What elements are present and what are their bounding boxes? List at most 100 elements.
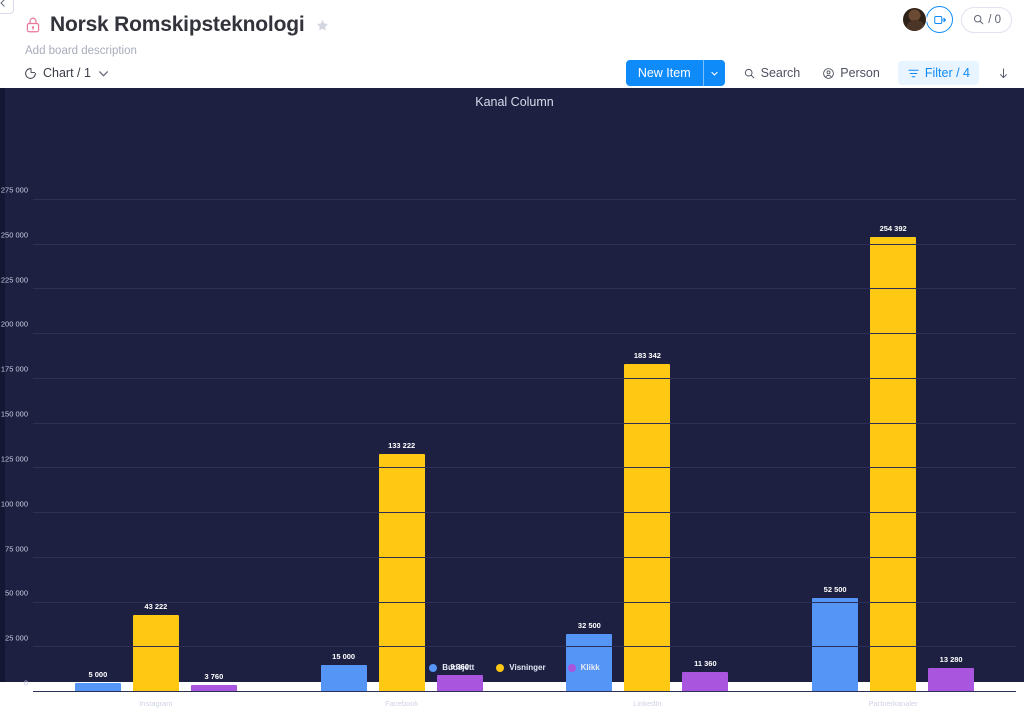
legend-color-swatch	[429, 663, 438, 672]
legend-label: Visninger	[509, 663, 546, 672]
board-header: Norsk Romskipsteknologi Add board descri…	[0, 0, 1024, 88]
bar-slot: 13 280	[928, 200, 975, 692]
bar-value-label: 52 500	[823, 585, 847, 595]
gridline: 275 000	[1, 186, 1016, 200]
y-axis-tick-label: 0	[23, 678, 28, 688]
bar-slot: 5 000	[74, 200, 121, 692]
bar-slot: 133 222	[378, 200, 425, 692]
chevron-left-icon	[0, 0, 5, 7]
bar-slot: 3 760	[190, 200, 237, 692]
x-axis-category-label: LinkedIn	[633, 699, 662, 708]
bar-value-label: 3 760	[204, 672, 224, 682]
bar-group: 32 500 183 342 11 360 LinkedIn	[525, 200, 771, 708]
y-axis-tick-label: 75 000	[5, 544, 28, 554]
legend-item[interactable]: Budsjett	[429, 663, 474, 672]
bar-value-label: 133 222	[388, 440, 416, 450]
page-title[interactable]: Norsk Romskipsteknologi	[50, 13, 305, 37]
header-right-cluster: / 0	[902, 6, 1012, 33]
bar-group: 52 500 254 392 13 280 Partnerkanaler	[770, 200, 1016, 708]
bar-value-label: 254 392	[879, 223, 907, 233]
y-axis-tick-label: 150 000	[0, 409, 28, 419]
y-axis-tick-label: 200 000	[0, 319, 28, 329]
activity-log-button[interactable]: / 0	[961, 6, 1012, 33]
bar-slot: 9 360	[436, 200, 483, 692]
bar-slot: 183 342	[624, 200, 671, 692]
bar-slot: 52 500	[812, 200, 859, 692]
bar-slot: 43 222	[132, 200, 179, 692]
sidebar-collapse-button[interactable]	[0, 0, 14, 14]
chart-bar[interactable]: 52 500	[812, 585, 859, 692]
x-axis-category-label: Partnerkanaler	[868, 699, 918, 708]
gridline: 125 000	[1, 454, 1016, 469]
chart-panel: Kanal Column 5 000 43 222 3 760 Instagram 15…	[0, 88, 1024, 708]
person-filter-button[interactable]: Person	[818, 61, 884, 85]
bar-value-label: 183 342	[633, 351, 661, 360]
bar-group: 15 000 133 222 9 360 Facebook	[279, 200, 525, 708]
chevron-down-icon[interactable]	[97, 67, 110, 80]
x-axis-category-label: Facebook	[385, 699, 419, 708]
board-title-row: Norsk Romskipsteknologi	[24, 10, 1008, 40]
chart-bar[interactable]: 254 392	[870, 224, 917, 692]
x-axis-category-label: Instagram	[139, 699, 173, 708]
bar-value-label: 32 500	[577, 620, 601, 630]
chart-bar[interactable]: 9 360	[436, 662, 483, 692]
new-item-button[interactable]: New Item	[625, 60, 725, 86]
filter-button[interactable]: Filter / 4	[897, 61, 979, 85]
y-axis-tick-label: 25 000	[5, 633, 28, 643]
activity-log-icon	[974, 14, 984, 25]
new-item-dropdown-button[interactable]	[702, 60, 725, 86]
star-icon[interactable]	[315, 18, 330, 33]
gridline: 50 000	[5, 589, 1016, 603]
bar-group: 5 000 43 222 3 760 Instagram	[33, 200, 279, 708]
gridline: 25 000	[5, 634, 1016, 648]
chart-bar[interactable]: 183 342	[624, 351, 671, 692]
gridline: 0	[24, 679, 1016, 692]
legend-label: Budsjett	[442, 663, 475, 672]
gridline: 100 000	[1, 499, 1016, 514]
chart-bar[interactable]: 133 222	[378, 441, 425, 692]
chart-title: Kanal Column	[475, 95, 554, 109]
y-axis-tick-label: 50 000	[5, 588, 28, 598]
invite-members-button[interactable]	[926, 6, 954, 33]
bar-slot: 32 500	[566, 200, 613, 692]
gridline: 150 000	[1, 410, 1016, 424]
filter-label: Filter / 4	[924, 66, 970, 80]
bar-slot: 254 392	[870, 200, 917, 692]
gridline: 225 000	[1, 275, 1016, 290]
view-tab-label: Chart / 1	[43, 66, 91, 80]
toolbar-actions: New Item Search Person Filter / 4	[625, 60, 1014, 86]
search-button[interactable]: Search	[739, 61, 805, 85]
person-icon	[823, 67, 835, 79]
y-axis-tick-label: 100 000	[0, 499, 28, 509]
person-label: Person	[840, 66, 880, 80]
chart-plot-area: 5 000 43 222 3 760 Instagram 15 000 133 222 9 …	[1, 186, 1016, 708]
activity-count-label: / 0	[988, 13, 1001, 26]
chart-view-icon	[25, 67, 36, 79]
y-axis-tick-label: 125 000	[0, 454, 28, 464]
legend-item[interactable]: Visninger	[496, 663, 546, 672]
bar-value-label: 15 000	[332, 652, 356, 662]
new-item-label: New Item	[637, 66, 691, 80]
legend-item[interactable]: Klikk	[567, 663, 600, 672]
y-axis-tick-label: 250 000	[0, 230, 28, 240]
chart-bar[interactable]: 43 222	[132, 602, 179, 692]
lock-icon	[26, 17, 40, 33]
search-label: Search	[760, 66, 801, 80]
sort-button[interactable]	[993, 61, 1014, 85]
legend-color-swatch	[567, 663, 576, 672]
gridline: 250 000	[1, 230, 1016, 245]
bar-slot: 15 000	[320, 200, 367, 692]
view-tab-chart[interactable]: Chart / 1	[24, 66, 110, 80]
board-toolbar: Chart / 1 New Item Search Person Filter …	[0, 58, 1024, 88]
gridline: 75 000	[5, 544, 1016, 558]
search-icon	[744, 68, 754, 78]
board-description[interactable]: Add board description	[25, 45, 1008, 57]
filter-icon	[908, 69, 919, 77]
gridline: 175 000	[1, 365, 1016, 379]
invite-members-icon	[933, 15, 946, 24]
bar-slot: 11 360	[682, 200, 729, 692]
y-axis-tick-label: 275 000	[0, 185, 28, 195]
chart-legend: Budsjett Visninger Klikk	[5, 663, 1024, 672]
sort-descending-icon	[1000, 67, 1007, 78]
avatar[interactable]	[902, 7, 928, 32]
